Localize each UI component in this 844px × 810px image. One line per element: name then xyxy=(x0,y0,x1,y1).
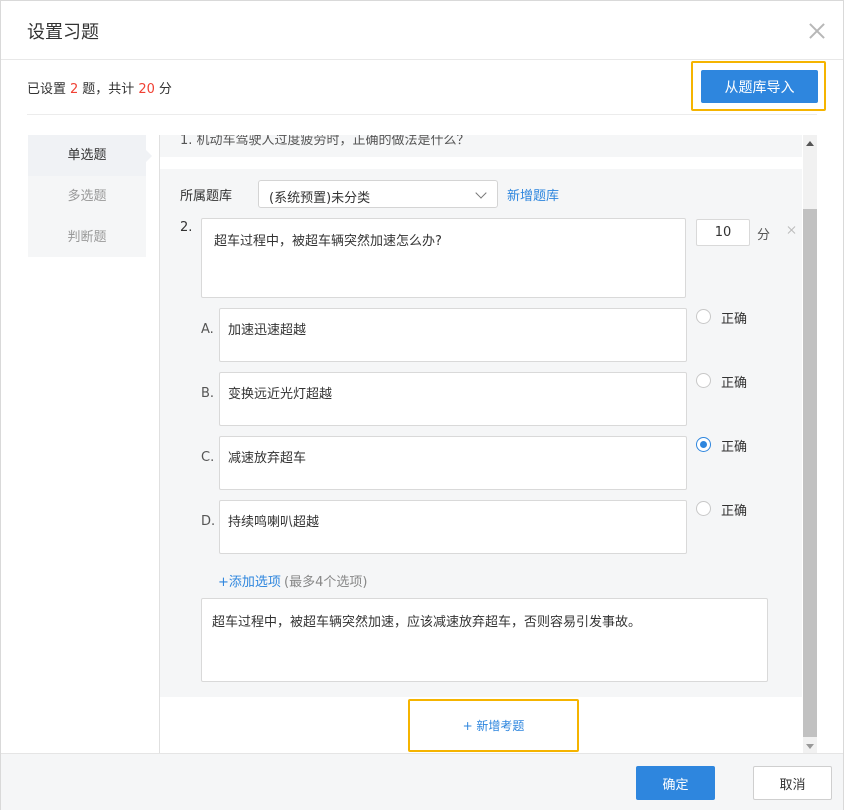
correct-radio[interactable] xyxy=(696,501,711,516)
option-input[interactable]: 加速迅速超越 xyxy=(219,308,687,362)
type-multiple-choice[interactable]: 多选题 xyxy=(28,176,146,217)
import-from-bank-button[interactable]: 从题库导入 xyxy=(701,70,818,103)
correct-radio-selected[interactable] xyxy=(696,437,711,452)
question-type-list: 单选题 多选题 判断题 xyxy=(28,135,152,258)
correct-radio[interactable] xyxy=(696,373,711,388)
option-letter: B. xyxy=(201,386,215,401)
divider xyxy=(27,114,817,115)
bank-select-value: (系统预置)未分类 xyxy=(269,191,371,206)
question-editor-panel: 1. 机动车驾驶人过度疲劳时，正确的做法是什么？ 所属题库 (系统预置)未分类 … xyxy=(159,135,802,753)
type-true-false[interactable]: 判断题 xyxy=(28,217,146,258)
add-bank-link[interactable]: 新增题库 xyxy=(507,185,559,204)
option-letter: C. xyxy=(201,450,215,465)
option-input[interactable]: 减速放弃超车 xyxy=(219,436,687,490)
question-number: 2. xyxy=(180,220,193,235)
summary-suffix: 分 xyxy=(158,82,172,97)
correct-label: 正确 xyxy=(721,376,748,391)
cancel-button[interactable]: 取消 xyxy=(753,766,832,800)
previous-question[interactable]: 1. 机动车驾驶人过度疲劳时，正确的做法是什么？ xyxy=(160,135,802,157)
panel-gap xyxy=(160,157,802,169)
explanation-input[interactable]: 超车过程中，被超车辆突然加速，应该减速放弃超车，否则容易引发事故。 xyxy=(201,598,768,682)
scrollbar[interactable] xyxy=(803,135,817,753)
explanation-text: 超车过程中，被超车辆突然加速，应该减速放弃超车，否则容易引发事故。 xyxy=(212,615,642,630)
option-text: 减速放弃超车 xyxy=(228,451,307,466)
option-letter: D. xyxy=(201,514,216,529)
scroll-up-arrow-icon[interactable] xyxy=(806,141,814,146)
dialog-header: 设置习题 xyxy=(1,1,843,60)
option-input[interactable]: 变换远近光灯超越 xyxy=(219,372,687,426)
option-letter: A. xyxy=(201,322,214,337)
scrollbar-thumb[interactable] xyxy=(803,209,817,737)
import-highlight: 从题库导入 xyxy=(691,61,826,111)
add-option-link[interactable]: +添加选项 xyxy=(218,571,281,590)
bank-select[interactable]: (系统预置)未分类 xyxy=(258,180,498,208)
summary-prefix: 已设置 xyxy=(27,82,67,97)
chevron-down-icon xyxy=(475,187,487,199)
previous-question-text: 1. 机动车驾驶人过度疲劳时，正确的做法是什么？ xyxy=(180,135,470,148)
total-score: 20 xyxy=(138,82,155,97)
confirm-button[interactable]: 确定 xyxy=(636,766,715,800)
type-single-choice[interactable]: 单选题 xyxy=(28,135,152,176)
question-text-value: 超车过程中，被超车辆突然加速怎么办? xyxy=(214,234,442,249)
delete-question-icon[interactable] xyxy=(787,225,797,235)
add-question-highlight: + 新增考题 xyxy=(408,699,579,752)
option-input[interactable]: 持续鸣喇叭超越 xyxy=(219,500,687,554)
exercise-dialog: 设置习题 已设置 2 题，共计 20 分 从题库导入 单选题 多选题 判断题 1. 机动… xyxy=(0,0,844,810)
add-option-hint: (最多4个选项) xyxy=(284,575,368,590)
summary-middle: 题，共计 xyxy=(82,82,135,97)
scroll-down-arrow-icon[interactable] xyxy=(806,744,814,749)
score-input[interactable]: 10 xyxy=(696,219,750,246)
dialog-footer: 确定 取消 xyxy=(1,753,843,810)
option-text: 变换远近光灯超越 xyxy=(228,387,333,402)
close-icon[interactable] xyxy=(807,21,827,41)
question-text-input[interactable]: 超车过程中，被超车辆突然加速怎么办? xyxy=(201,218,686,298)
question-count: 2 xyxy=(70,82,79,97)
bank-label: 所属题库 xyxy=(180,189,233,204)
correct-label: 正确 xyxy=(721,312,748,327)
dialog-title: 设置习题 xyxy=(27,22,99,43)
score-unit: 分 xyxy=(757,228,771,243)
correct-label: 正确 xyxy=(721,440,748,455)
option-text: 加速迅速超越 xyxy=(228,323,307,338)
correct-radio[interactable] xyxy=(696,309,711,324)
option-text: 持续鸣喇叭超越 xyxy=(228,515,320,530)
add-question-button[interactable]: + 新增考题 xyxy=(410,717,577,734)
correct-label: 正确 xyxy=(721,504,748,519)
question-summary: 已设置 2 题，共计 20 分 xyxy=(27,78,172,97)
